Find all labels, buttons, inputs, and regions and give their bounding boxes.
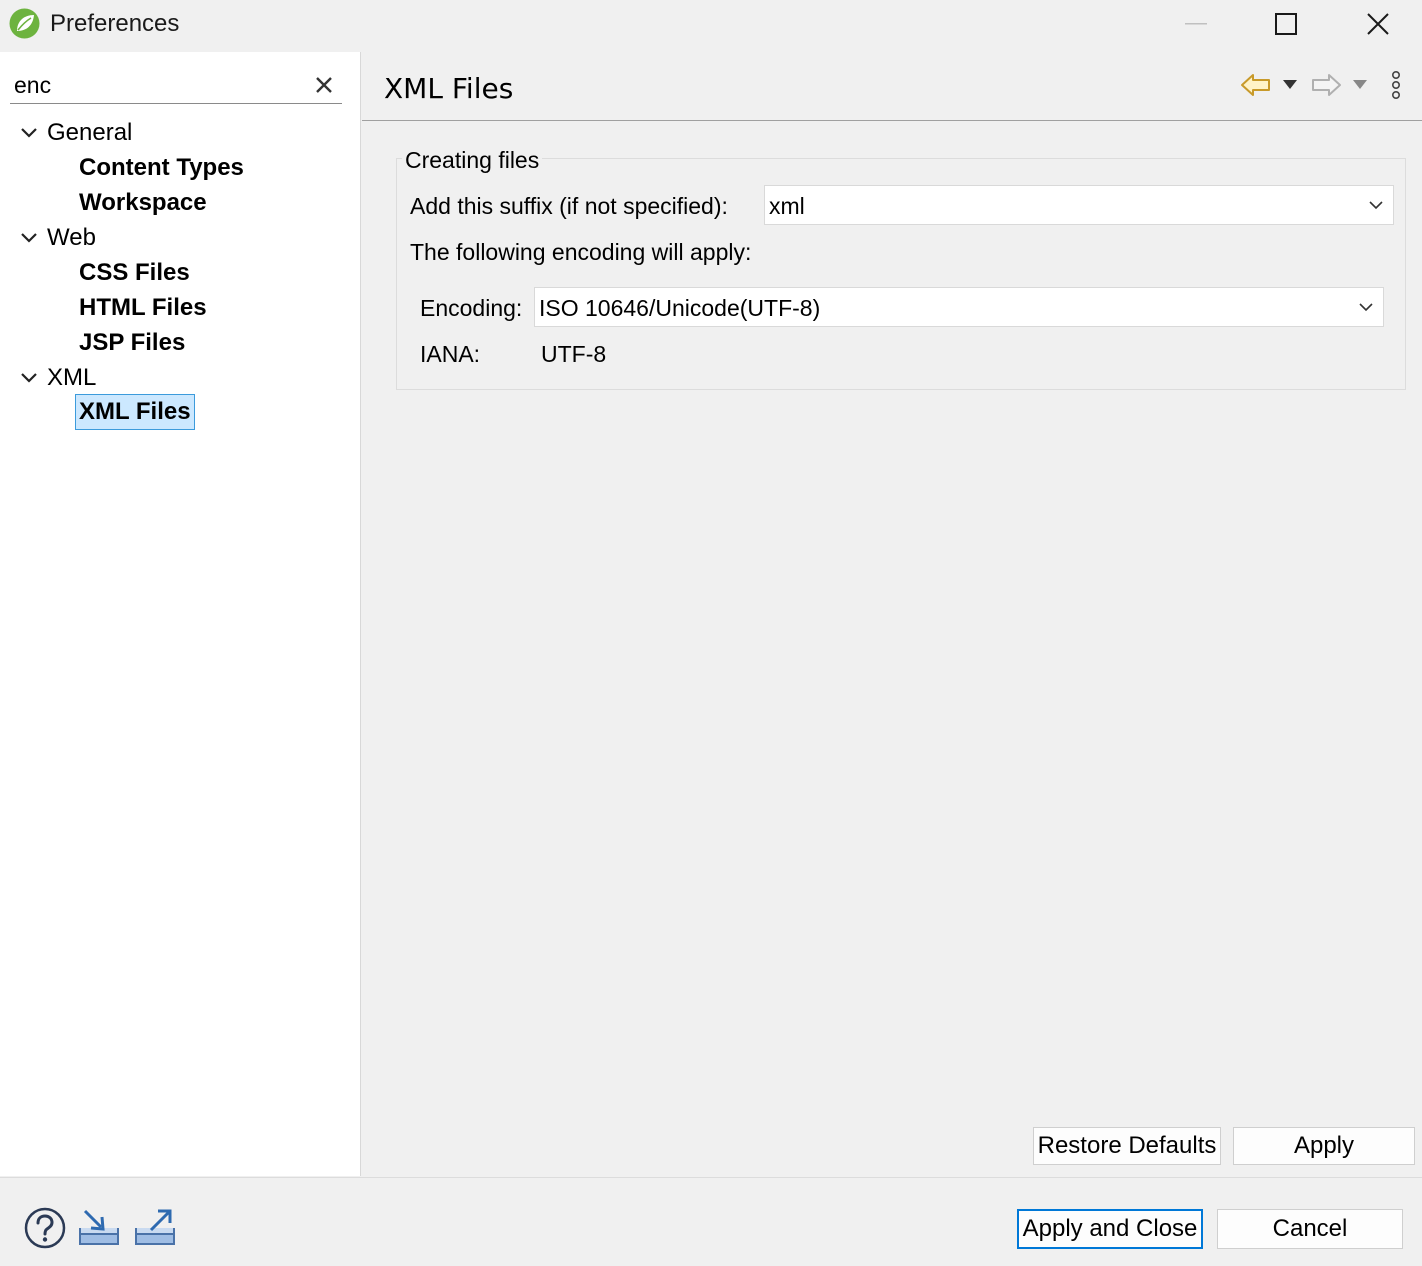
window-title: Preferences xyxy=(50,10,180,37)
tree-item-jsp-files[interactable]: JSP Files xyxy=(79,326,185,360)
filter-box xyxy=(10,66,342,104)
page-title: XML Files xyxy=(384,72,514,105)
header-separator xyxy=(362,120,1422,121)
encoding-intro: The following encoding will apply: xyxy=(410,239,752,265)
minimize-icon xyxy=(1185,23,1207,25)
chevron-down-icon[interactable] xyxy=(20,229,38,247)
back-dropdown-icon[interactable] xyxy=(1283,80,1297,90)
tree-category-web[interactable]: Web xyxy=(47,221,96,255)
apply-and-close-button[interactable]: Apply and Close xyxy=(1017,1209,1203,1249)
help-icon[interactable] xyxy=(23,1206,67,1250)
close-icon xyxy=(1367,13,1389,35)
suffix-combo[interactable]: xml xyxy=(764,185,1394,225)
iana-value: UTF-8 xyxy=(541,341,607,367)
tree-category-xml[interactable]: XML xyxy=(47,361,96,395)
forward-dropdown-icon[interactable] xyxy=(1353,80,1367,90)
tree-item-xml-files[interactable]: XML Files xyxy=(75,394,195,430)
back-arrow-icon[interactable] xyxy=(1240,70,1272,100)
import-icon[interactable] xyxy=(77,1206,121,1250)
encoding-value: ISO 10646/Unicode(UTF-8) xyxy=(539,295,821,321)
tree-item-workspace[interactable]: Workspace xyxy=(79,186,207,220)
chevron-down-icon xyxy=(1359,303,1373,312)
spring-leaf-icon xyxy=(9,8,40,39)
tree-item-content-types[interactable]: Content Types xyxy=(79,151,244,185)
suffix-label: Add this suffix (if not specified): xyxy=(410,193,728,219)
encoding-combo[interactable]: ISO 10646/Unicode(UTF-8) xyxy=(534,287,1384,327)
panel-divider[interactable] xyxy=(360,52,361,1176)
clear-filter-icon[interactable] xyxy=(312,73,336,97)
dialog-button-bar xyxy=(0,1177,1422,1266)
chevron-down-icon[interactable] xyxy=(20,124,38,142)
minimize-button[interactable] xyxy=(1150,0,1242,48)
iana-label: IANA: xyxy=(420,341,481,367)
tree-item-html-files[interactable]: HTML Files xyxy=(79,291,207,325)
chevron-down-icon xyxy=(1369,201,1383,210)
suffix-value: xml xyxy=(769,193,805,219)
filter-input[interactable] xyxy=(14,70,304,100)
forward-arrow-icon[interactable] xyxy=(1310,70,1342,100)
maximize-icon xyxy=(1275,13,1297,35)
chevron-down-icon[interactable] xyxy=(20,369,38,387)
tree-item-css-files[interactable]: CSS Files xyxy=(79,256,190,290)
close-button[interactable] xyxy=(1332,0,1422,48)
export-icon[interactable] xyxy=(133,1206,177,1250)
cancel-button[interactable]: Cancel xyxy=(1217,1209,1403,1249)
more-options-icon[interactable] xyxy=(1386,70,1406,102)
maximize-button[interactable] xyxy=(1240,0,1332,48)
tree-category-general[interactable]: General xyxy=(47,116,132,150)
restore-defaults-button[interactable]: Restore Defaults xyxy=(1033,1127,1221,1165)
group-title: Creating files xyxy=(402,146,543,174)
apply-button[interactable]: Apply xyxy=(1233,1127,1415,1165)
encoding-label: Encoding: xyxy=(420,295,523,321)
title-bar: Preferences xyxy=(0,0,1422,50)
